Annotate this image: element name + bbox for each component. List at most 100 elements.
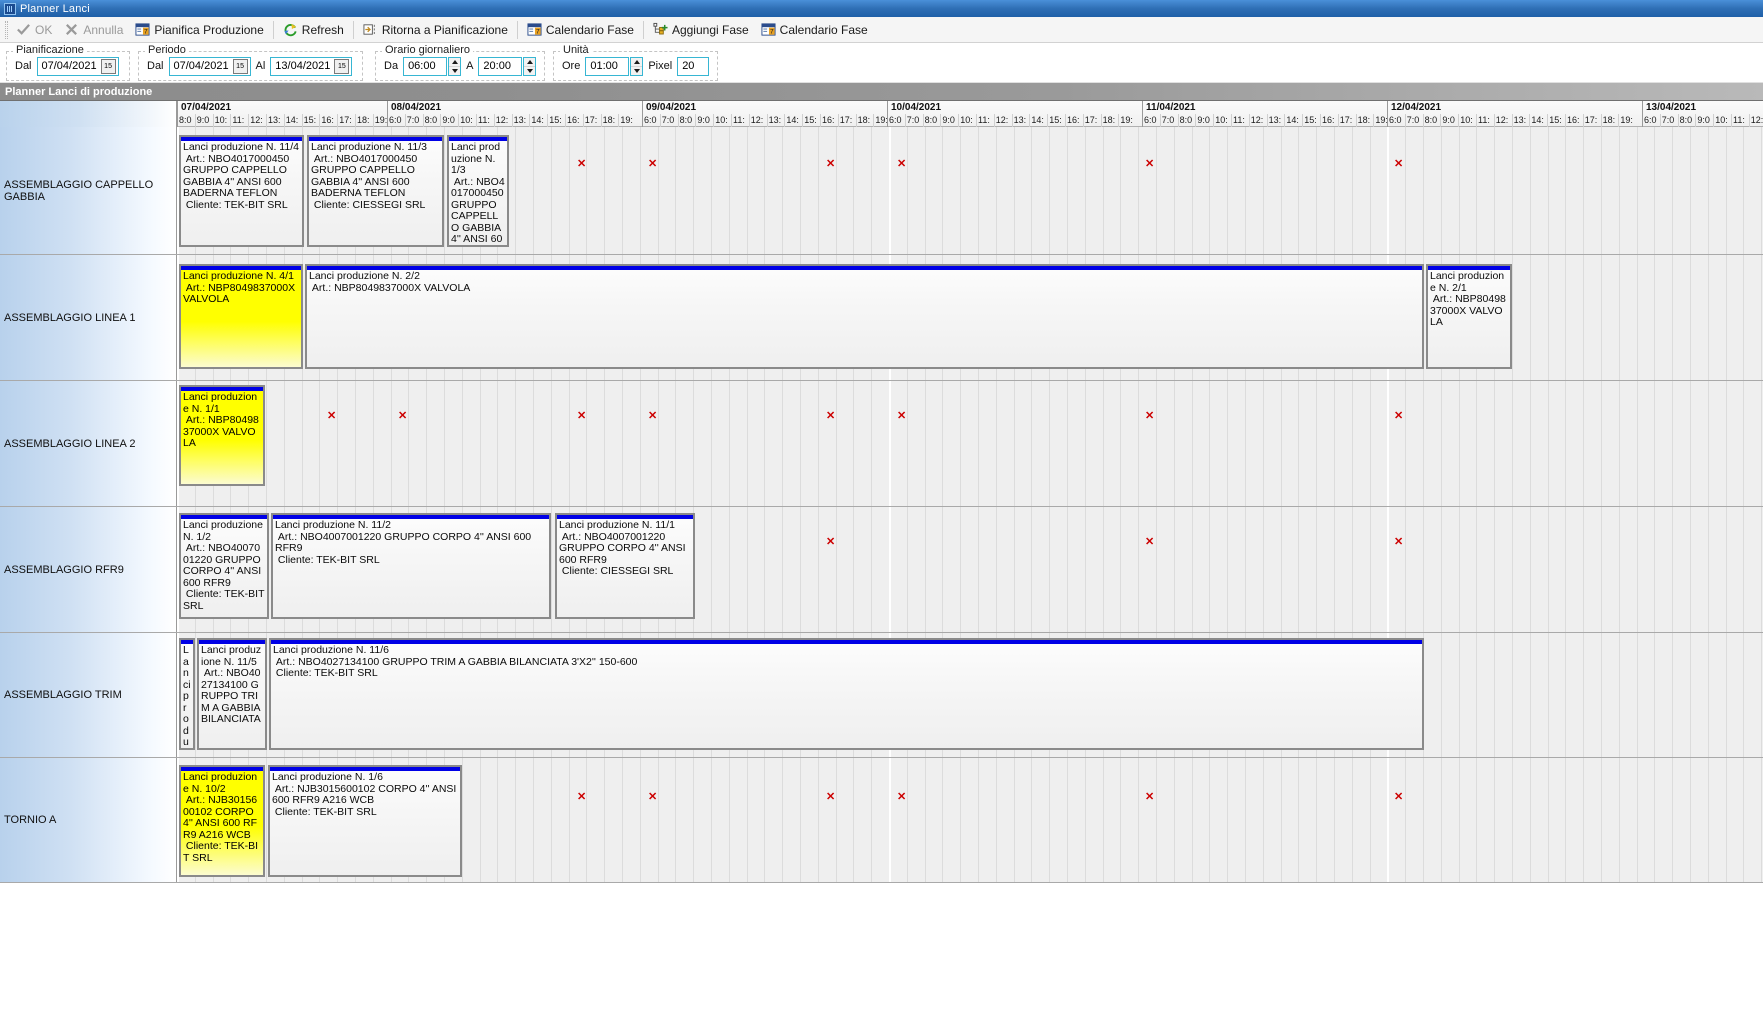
- gantt-hour-tick: 6:0: [387, 114, 405, 127]
- gantt-timeline-header: 07/04/20218:09:010:11:12:13:14:15:16:17:…: [177, 101, 1763, 127]
- refresh-icon: [283, 22, 298, 37]
- gantt-hour-tick: 10:: [1713, 114, 1731, 127]
- aggiungi-fase-button[interactable]: Aggiungi Fase: [647, 19, 755, 41]
- gantt-row-canvas[interactable]: Lanci produzione N. 10/2 Art.: NJB301560…: [177, 758, 1763, 882]
- pianificazione-group: Pianificazione Dal 07/04/2021 15: [6, 51, 130, 81]
- calendar-picker-icon[interactable]: 15: [101, 59, 116, 74]
- pianificazione-dal-input[interactable]: 07/04/2021 15: [37, 57, 119, 76]
- gantt-task-block[interactable]: Lanci produzione N. 11/6 Art.: NBO402713…: [269, 638, 1424, 750]
- gantt-row-label-5[interactable]: TORNIO A: [0, 758, 177, 882]
- gantt-conflict-marker: ✕: [1145, 792, 1154, 802]
- section-header: Planner Lanci di produzione: [0, 83, 1763, 101]
- gantt-row-canvas[interactable]: Lanci produzione N. 11/4 Art.: NBO401700…: [177, 127, 1763, 254]
- gantt-row-canvas[interactable]: Lanci produzione N. 1/2 Art.: NBO4007001…: [177, 507, 1763, 632]
- gantt-hour-tick: 13:: [512, 114, 530, 127]
- gantt-day-header: 10/04/2021: [887, 101, 1142, 114]
- periodo-al-input[interactable]: 13/04/2021 15: [270, 57, 352, 76]
- gantt-task-block[interactable]: Lanci produzione N. 11/1 Art.: NBO400700…: [555, 513, 695, 619]
- calendar-picker-icon[interactable]: 15: [233, 59, 248, 74]
- gantt-task-block[interactable]: Lanci produzione N. 11/4 Art.: NBO401700…: [179, 135, 304, 247]
- gantt-hour-tick: 15:: [302, 114, 320, 127]
- toolbar-grip[interactable]: [5, 21, 8, 39]
- gantt-hour-tick: 11:: [476, 114, 494, 127]
- orario-da-spinner[interactable]: [448, 57, 461, 76]
- window-title: Planner Lanci: [20, 3, 90, 15]
- toolbar-separator-2: [353, 21, 354, 39]
- ritorna-pianificazione-button[interactable]: Ritorna a Pianificazione: [357, 19, 514, 41]
- refresh-label: Refresh: [302, 23, 344, 37]
- aggiungi-fase-label: Aggiungi Fase: [672, 23, 749, 37]
- gantt-task-block[interactable]: Lanci produzione N. 1/1 Art.: NBP8049837…: [179, 385, 265, 486]
- orario-legend: Orario giornaliero: [382, 44, 473, 56]
- gantt-task-block[interactable]: Lanci produzione N. 1/3 Art.: NBO4017000…: [447, 135, 509, 247]
- gantt-row: ASSEMBLAGGIO LINEA 1 Lanci produzione N. …: [0, 255, 1763, 381]
- unita-ore-stepper[interactable]: 01:00: [585, 57, 643, 76]
- gantt-task-block[interactable]: Lanci produzione N. 11/3 Art.: NBO401700…: [307, 135, 444, 247]
- gantt-row-label-0[interactable]: ASSEMBLAGGIO CAPPELLO GABBIA: [0, 127, 177, 254]
- gantt-conflict-marker: ✕: [648, 411, 657, 421]
- cancel-button[interactable]: Annulla: [58, 19, 129, 41]
- gantt-task-block[interactable]: Lanci produzione N. 11/2 Art.: NBO400700…: [271, 513, 551, 619]
- gantt-hour-tick: 18:: [1101, 114, 1119, 127]
- orario-a-label: A: [466, 60, 473, 72]
- periodo-dal-input[interactable]: 07/04/2021 15: [169, 57, 251, 76]
- gantt-hour-tick: 14:: [284, 114, 302, 127]
- gantt-task-block[interactable]: Lanci produzione N. 4/1 Art.: NBP8049837…: [179, 264, 303, 369]
- gantt-row-label-1[interactable]: ASSEMBLAGGIO LINEA 1: [0, 255, 177, 380]
- unita-pixel-input[interactable]: 20: [677, 57, 709, 76]
- gantt-hour-tick: 8:0: [1423, 114, 1441, 127]
- gantt-row-canvas[interactable]: Lanci produziLanci produzione N. 11/5 Ar…: [177, 633, 1763, 757]
- pianificazione-dal-value: 07/04/2021: [40, 60, 99, 72]
- orario-da-stepper[interactable]: 06:00: [403, 57, 461, 76]
- orario-a-stepper[interactable]: 20:00: [478, 57, 536, 76]
- gantt-conflict-marker: ✕: [1145, 411, 1154, 421]
- gantt-task-block[interactable]: Lanci produzione N. 11/5 Art.: NBO402713…: [197, 638, 267, 750]
- unita-ore-input[interactable]: 01:00: [585, 57, 629, 76]
- gantt-hour-tick: 6:0: [642, 114, 660, 127]
- check-icon: [16, 22, 31, 37]
- svg-text:7: 7: [536, 29, 540, 36]
- gantt-hour-tick: 9:0: [1695, 114, 1713, 127]
- gantt-task-block[interactable]: Lanci produzi: [179, 638, 195, 750]
- gantt-row-canvas[interactable]: Lanci produzione N. 1/1 Art.: NBP8049837…: [177, 381, 1763, 506]
- gantt-conflict-marker: ✕: [897, 792, 906, 802]
- gantt-task-text: Lanci produzione N. 1/3 Art.: NBO4017000…: [449, 141, 507, 247]
- gantt-conflict-marker: ✕: [1394, 411, 1403, 421]
- periodo-al-value: 13/04/2021: [273, 60, 332, 72]
- unita-ore-spinner[interactable]: [630, 57, 643, 76]
- gantt-row-canvas[interactable]: Lanci produzione N. 4/1 Art.: NBP8049837…: [177, 255, 1763, 380]
- gantt-hour-tick: 12:: [994, 114, 1012, 127]
- gantt-task-block[interactable]: Lanci produzione N. 2/1 Art.: NBP8049837…: [1426, 264, 1512, 369]
- gantt-hour-tick: 11:: [731, 114, 749, 127]
- calendario-fase-button-1[interactable]: 7 Calendario Fase: [521, 19, 640, 41]
- orario-a-spinner[interactable]: [523, 57, 536, 76]
- gantt-row-label-4[interactable]: ASSEMBLAGGIO TRIM: [0, 633, 177, 757]
- cancel-x-icon: [64, 22, 79, 37]
- gantt-task-block[interactable]: Lanci produzione N. 10/2 Art.: NJB301560…: [179, 765, 265, 877]
- gantt-hour-tick: 9:0: [695, 114, 713, 127]
- gantt-day-header: 13/04/2021: [1642, 101, 1763, 114]
- gantt-hour-tick: 11:: [976, 114, 994, 127]
- ok-button[interactable]: OK: [10, 19, 58, 41]
- gantt-hour-tick: 7:0: [660, 114, 678, 127]
- gantt-row-label-3[interactable]: ASSEMBLAGGIO RFR9: [0, 507, 177, 632]
- gantt-task-block[interactable]: Lanci produzione N. 1/6 Art.: NJB3015600…: [268, 765, 462, 877]
- pianifica-produzione-button[interactable]: 7 Pianifica Produzione: [129, 19, 269, 41]
- gantt-row-label-text: TORNIO A: [4, 814, 56, 826]
- gantt-task-block[interactable]: Lanci produzione N. 2/2 Art.: NBP8049837…: [305, 264, 1424, 369]
- orario-da-input[interactable]: 06:00: [403, 57, 447, 76]
- svg-text:7: 7: [770, 29, 774, 36]
- gantt-hour-tick: 12:: [749, 114, 767, 127]
- gantt-row-label-text: ASSEMBLAGGIO TRIM: [4, 689, 122, 701]
- calendar-picker-icon[interactable]: 15: [334, 59, 349, 74]
- gantt-task-block[interactable]: Lanci produzione N. 1/2 Art.: NBO4007001…: [179, 513, 269, 619]
- gantt-row-label-2[interactable]: ASSEMBLAGGIO LINEA 2: [0, 381, 177, 506]
- gantt-hour-tick: 12:: [494, 114, 512, 127]
- gantt-conflict-marker: ✕: [577, 159, 586, 169]
- periodo-al-label: Al: [256, 60, 266, 72]
- calendario-fase-button-2[interactable]: 7 Calendario Fase: [755, 19, 874, 41]
- orario-a-input[interactable]: 20:00: [478, 57, 522, 76]
- gantt-conflict-marker: ✕: [826, 411, 835, 421]
- refresh-button[interactable]: Refresh: [277, 19, 350, 41]
- gantt-row-label-text: ASSEMBLAGGIO LINEA 1: [4, 312, 135, 324]
